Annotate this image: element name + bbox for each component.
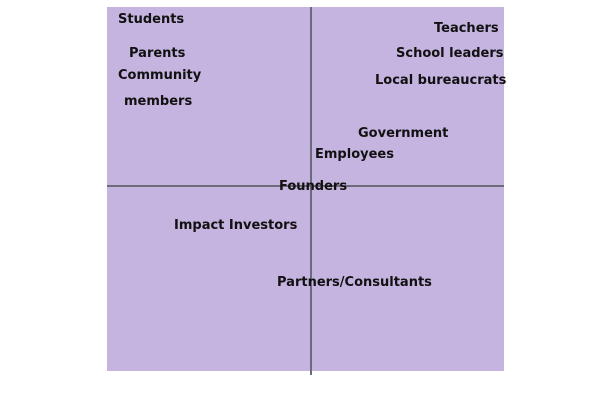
label-impact-investors: Impact Investors <box>174 218 298 233</box>
label-government: Government <box>358 126 449 141</box>
label-partners-consultants: Partners/Consultants <box>277 275 432 290</box>
label-members: members <box>124 94 193 109</box>
label-teachers: Teachers <box>434 21 499 36</box>
label-employees: Employees <box>315 147 394 162</box>
label-community: Community <box>118 68 202 83</box>
label-founders: Founders <box>279 179 348 194</box>
stakeholder-map: Students Parents Community members Teach… <box>0 0 600 400</box>
label-students: Students <box>118 12 185 27</box>
label-school-leaders: School leaders <box>396 46 504 61</box>
label-local-bureaucrats: Local bureaucrats <box>375 73 507 88</box>
label-parents: Parents <box>129 46 186 61</box>
